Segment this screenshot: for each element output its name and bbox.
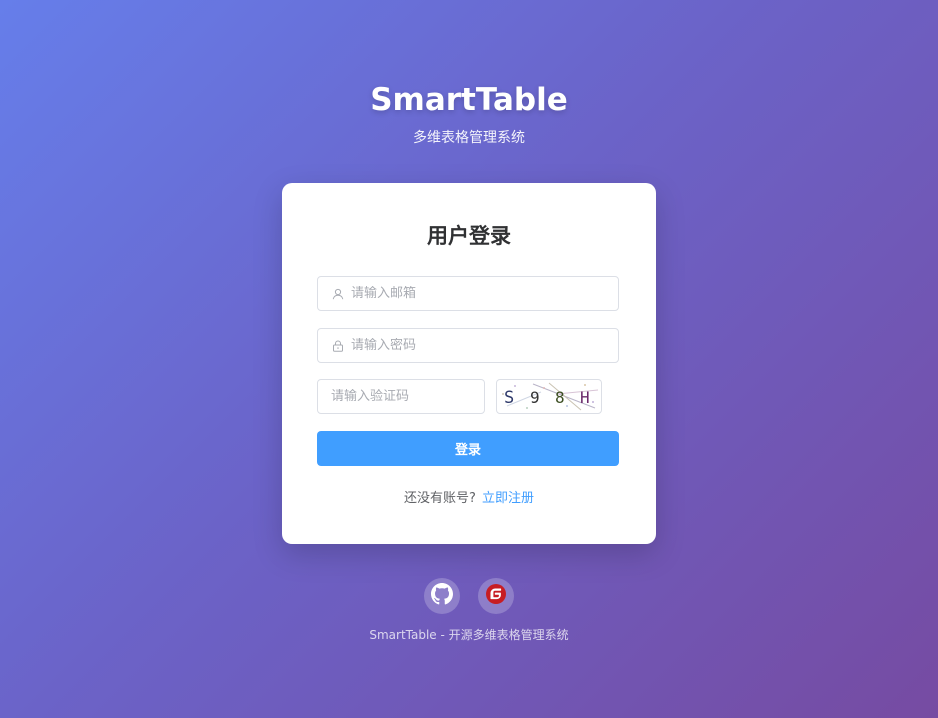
login-title: 用户登录 bbox=[427, 224, 511, 248]
register-row: 还没有账号? 立即注册 bbox=[282, 489, 656, 509]
user-icon bbox=[331, 287, 345, 301]
email-field[interactable] bbox=[317, 276, 619, 311]
captcha-field[interactable] bbox=[317, 379, 485, 414]
lock-icon bbox=[331, 339, 345, 353]
captcha-char: 9 bbox=[530, 388, 540, 407]
password-field[interactable] bbox=[317, 328, 619, 363]
captcha-input[interactable] bbox=[331, 389, 471, 404]
captcha-image[interactable]: S 9 8 H bbox=[496, 379, 602, 414]
brand-title: SmartTable bbox=[370, 82, 568, 118]
gitee-button[interactable] bbox=[478, 578, 514, 614]
captcha-char: H bbox=[580, 388, 590, 407]
github-icon bbox=[431, 583, 453, 609]
email-input[interactable] bbox=[351, 286, 591, 301]
captcha-char: S bbox=[504, 388, 514, 408]
footer-text: SmartTable - 开源多维表格管理系统 bbox=[369, 628, 569, 642]
login-button[interactable]: 登录 bbox=[317, 431, 619, 466]
gitee-icon bbox=[486, 584, 506, 608]
register-link[interactable]: 立即注册 bbox=[482, 491, 534, 506]
password-input[interactable] bbox=[351, 338, 591, 353]
github-button[interactable] bbox=[424, 578, 460, 614]
captcha-char: 8 bbox=[555, 388, 565, 407]
brand-header: SmartTable 多维表格管理系统 bbox=[0, 78, 938, 148]
social-links bbox=[0, 578, 938, 614]
login-card: 用户登录 请输入邮箱 请输入验证码 S 9 8 H 登录 还没有账号? 立即注册 bbox=[282, 183, 656, 544]
brand-subtitle: 多维表格管理系统 bbox=[413, 130, 525, 146]
register-prompt: 还没有账号? bbox=[404, 491, 476, 506]
